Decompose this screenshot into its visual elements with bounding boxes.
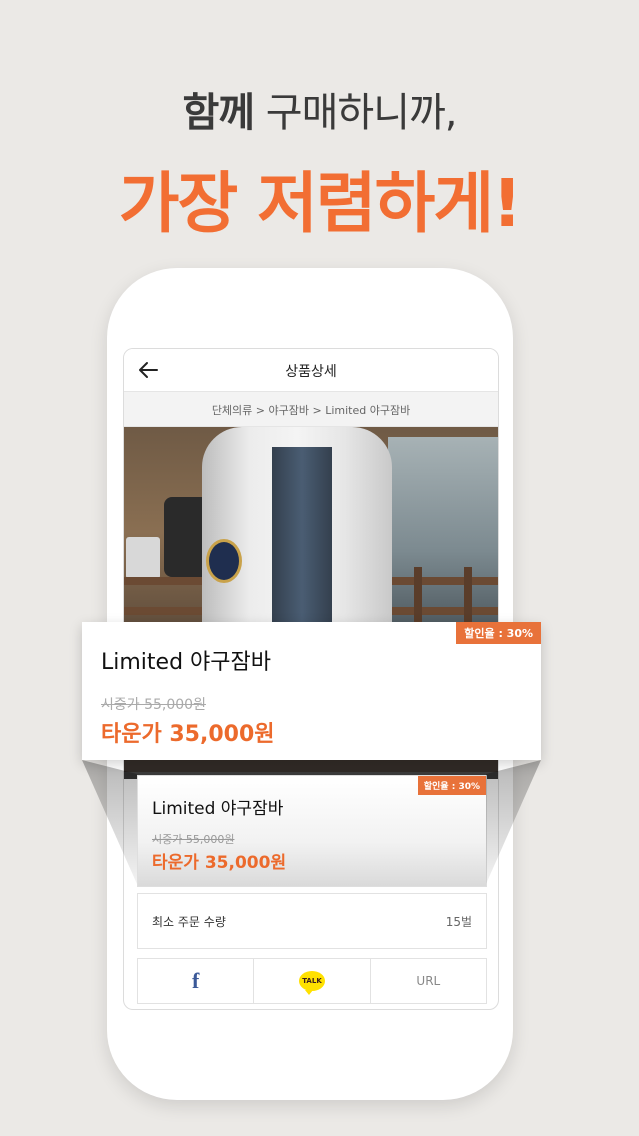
zoom-connector [82, 760, 541, 884]
original-price: 시중가 55,000원 [101, 697, 206, 713]
photo-patch [206, 539, 242, 583]
photo-bucket [126, 537, 160, 579]
headline-rest-text: 구매하니까, [254, 90, 458, 136]
share-url-button[interactable]: URL [371, 959, 486, 1003]
breadcrumb[interactable]: 단체의류 > 야구잠바 > Limited 야구잠바 [124, 402, 498, 418]
page-title: 상품상세 [285, 364, 337, 380]
discount-badge: 할인율 : 30% [456, 622, 541, 644]
share-bar: f TALK URL [137, 958, 487, 1004]
url-label: URL [416, 974, 441, 988]
headline-line1: 함께 구매하니까, [0, 80, 639, 138]
product-name: Limited 야구잠바 [101, 650, 271, 675]
kakaotalk-icon: TALK [298, 971, 325, 995]
min-order-row: 최소 주문 수량 15벌 [137, 893, 487, 949]
photo-water [388, 437, 498, 627]
share-facebook-button[interactable]: f [138, 959, 255, 1003]
nav-bar: 상품상세 [124, 349, 498, 392]
kakaotalk-icon-label: TALK [302, 977, 322, 985]
facebook-icon: f [192, 968, 200, 993]
sale-price: 타운가 35,000원 [101, 722, 275, 747]
min-order-label: 최소 주문 수량 [152, 915, 226, 929]
headline-bold-text: 함께 [182, 90, 255, 136]
product-highlight-card: 할인율 : 30% Limited 야구잠바 시중가 55,000원 타운가 3… [82, 622, 541, 760]
share-kakaotalk-button[interactable]: TALK [254, 959, 371, 1003]
min-order-value: 15벌 [445, 915, 472, 929]
breadcrumb-bar: 단체의류 > 야구잠바 > Limited 야구잠바 [124, 392, 498, 427]
headline-line2: 가장 저렴하게! [118, 165, 522, 242]
